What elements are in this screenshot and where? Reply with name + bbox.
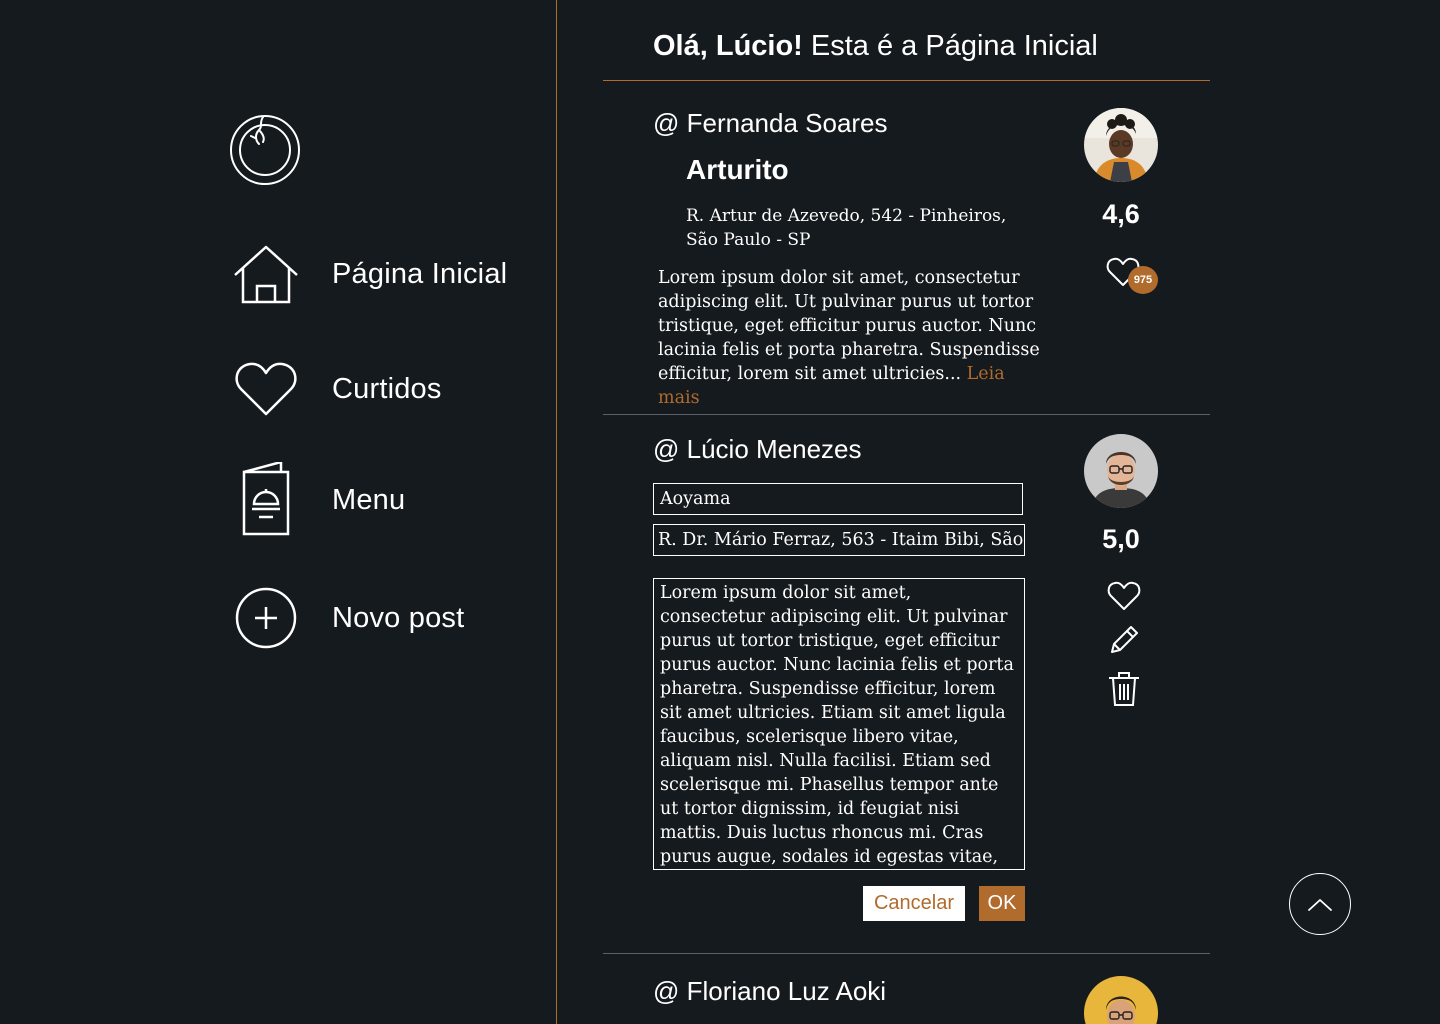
like-button[interactable]: 975 (1106, 254, 1158, 298)
like-count-badge: 975 (1128, 266, 1158, 294)
sidebar-item-label: Novo post (332, 601, 465, 634)
sidebar-divider (556, 0, 557, 1024)
restaurant-name: Arturito (686, 154, 789, 185)
post-divider (603, 953, 1210, 954)
rating: 4,6 (1102, 199, 1140, 229)
post-description: Lorem ipsum dolor sit amet, consectetur … (658, 266, 1043, 410)
restaurant-name-input[interactable]: Aoyama (653, 483, 1023, 515)
cancel-button[interactable]: Cancelar (863, 886, 965, 921)
edit-pencil-icon[interactable] (1106, 622, 1142, 658)
sidebar-item-label: Página Inicial (332, 257, 508, 290)
post-author[interactable]: @ Fernanda Soares (653, 108, 888, 139)
greeting-text: Esta é a Página Inicial (802, 30, 1098, 62)
plus-circle-icon (228, 580, 304, 656)
avatar[interactable] (1084, 108, 1158, 182)
chevron-up-icon (1308, 899, 1332, 911)
sidebar-item-menu[interactable]: Menu (228, 462, 405, 538)
avatar[interactable] (1084, 434, 1158, 508)
trash-icon[interactable] (1106, 670, 1142, 706)
restaurant-address: R. Artur de Azevedo, 542 - Pinheiros, Sã… (686, 206, 1007, 250)
sidebar-item-home[interactable]: Página Inicial (228, 236, 507, 312)
home-icon (228, 236, 304, 312)
scroll-to-top-button[interactable] (1289, 873, 1351, 935)
rating: 5,0 (1102, 524, 1140, 554)
sidebar-item-label: Curtidos (332, 372, 442, 405)
menu-book-icon (228, 462, 304, 538)
ok-button[interactable]: OK (979, 886, 1025, 921)
post-author[interactable]: @ Lúcio Menezes (653, 434, 862, 465)
description-textarea[interactable]: Lorem ipsum dolor sit amet, consectetur … (653, 578, 1025, 870)
post-divider (603, 414, 1210, 415)
heart-icon (228, 351, 304, 427)
avatar[interactable] (1084, 976, 1158, 1024)
restaurant-logo-icon[interactable] (229, 114, 301, 186)
header-divider (603, 80, 1210, 81)
address-input[interactable]: R. Dr. Mário Ferraz, 563 - Itaim Bibi, S… (653, 524, 1025, 556)
sidebar-item-liked[interactable]: Curtidos (228, 351, 442, 427)
greeting-name: Olá, Lúcio! (653, 30, 803, 62)
post-author[interactable]: @ Floriano Luz Aoki (653, 976, 886, 1007)
sidebar: Página Inicial Curtidos Menu Novo post (0, 0, 556, 1024)
sidebar-item-new-post[interactable]: Novo post (228, 580, 464, 656)
heart-icon[interactable] (1106, 580, 1142, 616)
sidebar-item-label: Menu (332, 483, 406, 516)
feed: Olá, Lúcio! Esta é a Página Inicial @ Fe… (603, 0, 1210, 1024)
page-title: Olá, Lúcio! Esta é a Página Inicial (653, 30, 1098, 63)
